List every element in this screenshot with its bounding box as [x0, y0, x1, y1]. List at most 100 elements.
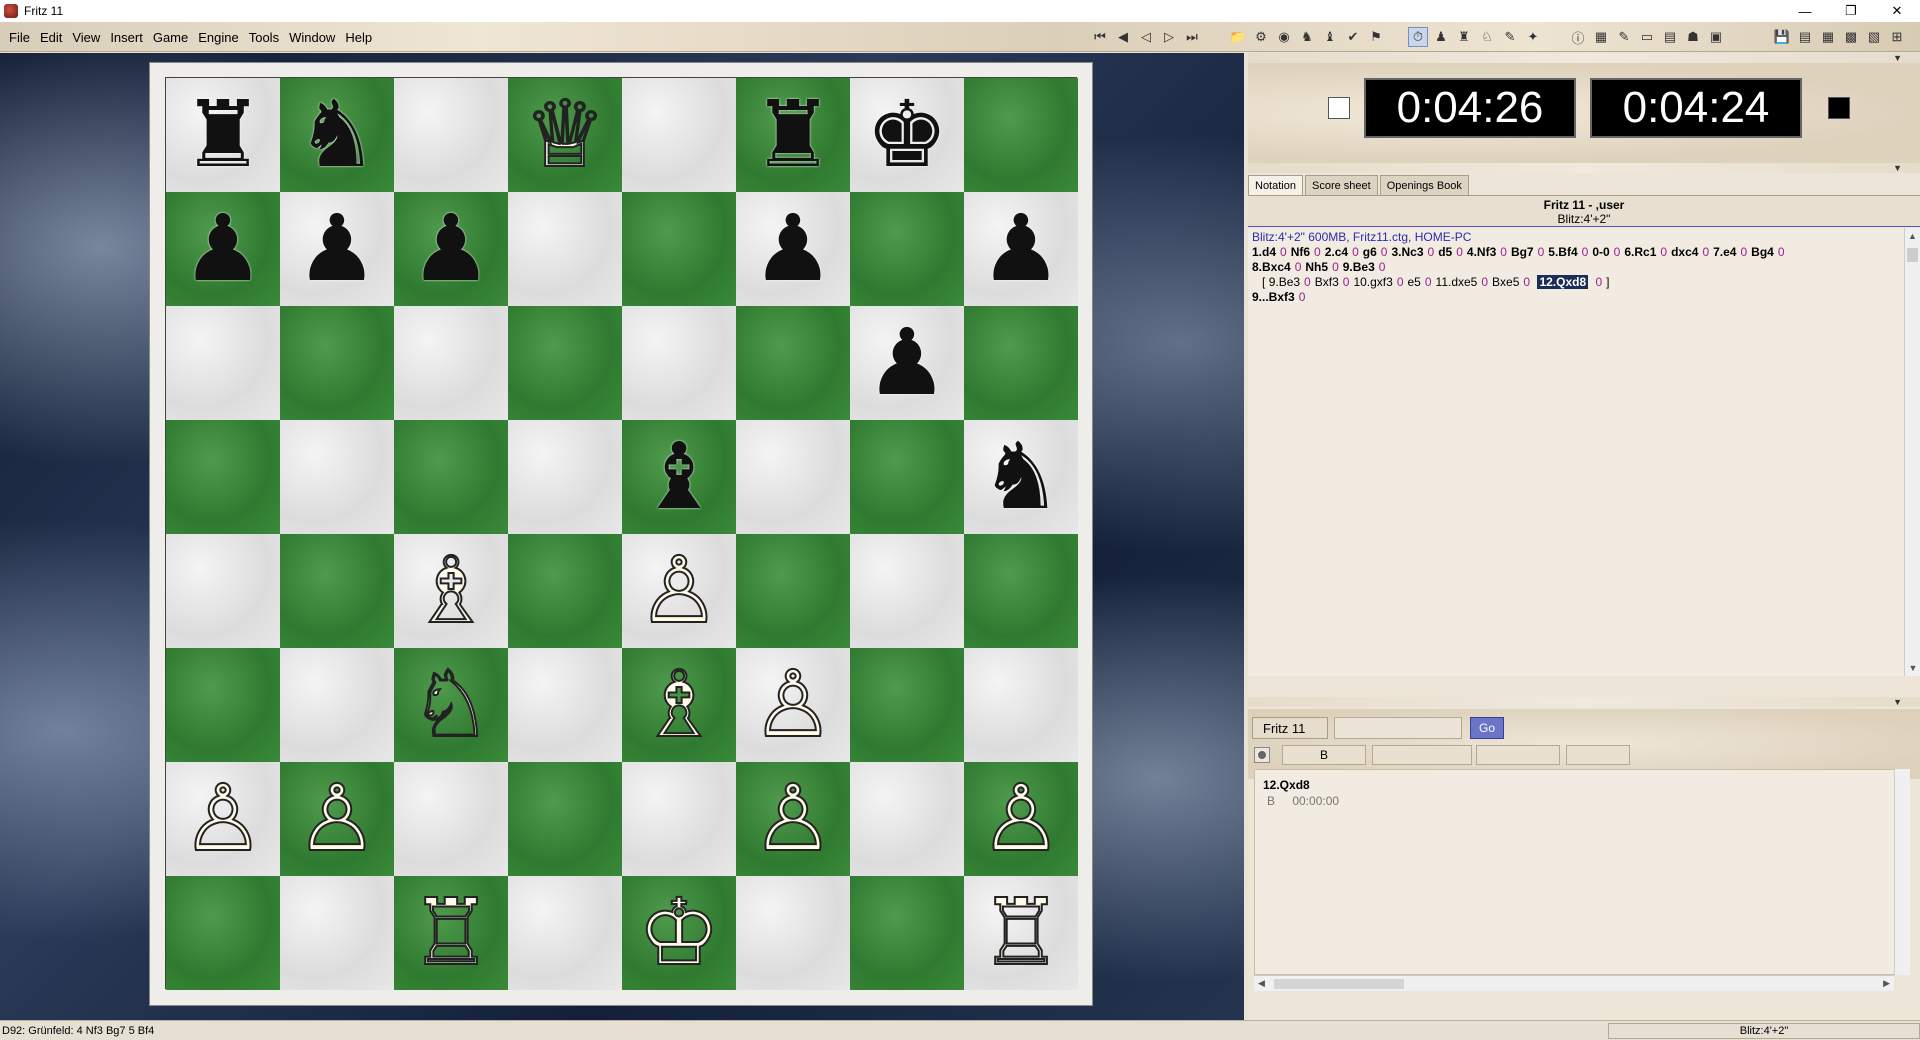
pawn-icon[interactable]: ♟ [1431, 27, 1451, 47]
notation-move[interactable]: Bg4 [1751, 245, 1774, 259]
square-h7[interactable]: ♟ [964, 192, 1078, 306]
square-c4[interactable]: ♗ [394, 534, 508, 648]
screen-icon[interactable]: ▣ [1706, 27, 1726, 47]
square-a5[interactable] [166, 420, 280, 534]
scroll-right-icon[interactable]: ▶ [1883, 978, 1890, 989]
restore-button[interactable]: ❐ [1828, 0, 1874, 22]
square-e4[interactable]: ♙ [622, 534, 736, 648]
player-icon[interactable]: ☗ [1683, 27, 1703, 47]
square-c6[interactable] [394, 306, 508, 420]
notation-move[interactable]: g6 [1363, 245, 1377, 259]
square-d5[interactable] [508, 420, 622, 534]
go-button[interactable]: Go [1470, 717, 1504, 739]
menu-file[interactable]: File [4, 30, 35, 45]
square-a7[interactable]: ♟ [166, 192, 280, 306]
menu-edit[interactable]: Edit [35, 30, 67, 45]
square-f8[interactable]: ♜ [736, 78, 850, 192]
square-f6[interactable] [736, 306, 850, 420]
black-piece[interactable]: ♟ [410, 203, 492, 295]
white-piece[interactable]: ♖ [409, 886, 493, 980]
notation-move[interactable]: dxc4 [1671, 245, 1698, 259]
square-d7[interactable] [508, 192, 622, 306]
notation-move[interactable]: 3.Nc3 [1391, 245, 1423, 259]
black-piece[interactable]: ♜ [182, 89, 264, 181]
notation-move[interactable]: 7.e4 [1713, 245, 1736, 259]
window-icon[interactable]: ▭ [1637, 27, 1657, 47]
notation-move[interactable]: Bxe5 [1492, 275, 1519, 289]
square-e8[interactable] [622, 78, 736, 192]
square-h8[interactable] [964, 78, 1078, 192]
tab-openings-book[interactable]: Openings Book [1379, 175, 1469, 195]
square-b6[interactable] [280, 306, 394, 420]
horse-icon[interactable]: ♘ [1477, 27, 1497, 47]
black-piece[interactable]: ♟ [866, 317, 948, 409]
black-piece[interactable]: ♝ [638, 431, 720, 523]
square-b3[interactable] [280, 648, 394, 762]
pattern-icon[interactable]: ▧ [1864, 27, 1884, 47]
first-move-icon[interactable]: ⏮ [1090, 27, 1110, 47]
square-b8[interactable]: ♞ [280, 78, 394, 192]
take-back-icon[interactable]: ◁ [1136, 27, 1156, 47]
white-piece[interactable]: ♙ [181, 772, 265, 866]
square-b2[interactable]: ♙ [280, 762, 394, 876]
black-piece[interactable]: ♟ [182, 203, 264, 295]
white-piece[interactable]: ♘ [409, 658, 493, 752]
analysis-vertical-scrollbar[interactable] [1894, 769, 1910, 975]
square-d6[interactable] [508, 306, 622, 420]
scroll-left-icon[interactable]: ◀ [1258, 978, 1265, 989]
forward-move-icon[interactable]: ▷ [1159, 27, 1179, 47]
engine-pane-grip[interactable]: ▼ [1248, 697, 1920, 707]
square-b1[interactable] [280, 876, 394, 990]
list-icon[interactable]: ▤ [1660, 27, 1680, 47]
notation-move[interactable]: 9.Be3 [1269, 275, 1300, 289]
white-piece[interactable]: ♖ [979, 886, 1063, 980]
tab-score-sheet[interactable]: Score sheet [1304, 175, 1378, 195]
black-piece[interactable]: ♜ [752, 89, 834, 181]
check-icon[interactable]: ✔ [1343, 27, 1363, 47]
chessboard[interactable]: ♜ ♞ ♕ ♜ ♚ ♟ ♟ ♟ ♟ ♟ ♟ ♝ ♞ ♗ ♙ ♘ ♗ ♙ ♙ ♙ ♙ ♙ ♖ ♔ ♖ [165, 77, 1078, 990]
notation-move[interactable]: d5 [1438, 245, 1452, 259]
last-move-icon[interactable]: ⏭ [1182, 27, 1202, 47]
hint-icon[interactable]: ◉ [1274, 27, 1294, 47]
black-piece[interactable]: ♞ [296, 89, 378, 181]
square-f2[interactable]: ♙ [736, 762, 850, 876]
square-h2[interactable]: ♙ [964, 762, 1078, 876]
square-a2[interactable]: ♙ [166, 762, 280, 876]
square-g5[interactable] [850, 420, 964, 534]
square-h3[interactable] [964, 648, 1078, 762]
engine-settings-icon[interactable]: ⚙ [1251, 27, 1271, 47]
square-e5[interactable]: ♝ [622, 420, 736, 534]
white-piece[interactable]: ♙ [751, 772, 835, 866]
square-b4[interactable] [280, 534, 394, 648]
minimize-button[interactable]: — [1782, 0, 1828, 22]
square-a8[interactable]: ♜ [166, 78, 280, 192]
square-f3[interactable]: ♙ [736, 648, 850, 762]
notation-move[interactable]: Bg7 [1511, 245, 1534, 259]
square-a6[interactable] [166, 306, 280, 420]
notation-move[interactable]: 10.gxf3 [1353, 275, 1392, 289]
square-h6[interactable] [964, 306, 1078, 420]
white-piece[interactable]: ♙ [751, 658, 835, 752]
tiles-icon[interactable]: ⊞ [1887, 27, 1907, 47]
notation-move[interactable]: 11.dxe5 [1436, 275, 1478, 289]
square-c5[interactable] [394, 420, 508, 534]
square-g2[interactable] [850, 762, 964, 876]
white-piece[interactable]: ♕ [523, 88, 607, 182]
flag-icon[interactable]: ⚑ [1366, 27, 1386, 47]
notation-pane-grip[interactable]: ▼ [1248, 163, 1920, 173]
square-f7[interactable]: ♟ [736, 192, 850, 306]
tab-notation[interactable]: Notation [1248, 175, 1303, 195]
grid-icon[interactable]: ▦ [1818, 27, 1838, 47]
black-piece[interactable]: ♟ [980, 203, 1062, 295]
square-b5[interactable] [280, 420, 394, 534]
square-d1[interactable] [508, 876, 622, 990]
square-h1[interactable]: ♖ [964, 876, 1078, 990]
pane-menu-icon[interactable]: ▼ [1893, 163, 1902, 173]
black-piece[interactable]: ♚ [866, 89, 948, 181]
back-move-icon[interactable]: ◀ [1113, 27, 1133, 47]
square-c3[interactable]: ♘ [394, 648, 508, 762]
square-a1[interactable] [166, 876, 280, 990]
white-piece[interactable]: ♔ [637, 886, 721, 980]
square-f1[interactable] [736, 876, 850, 990]
engine-toggle-icon[interactable] [1254, 747, 1270, 763]
